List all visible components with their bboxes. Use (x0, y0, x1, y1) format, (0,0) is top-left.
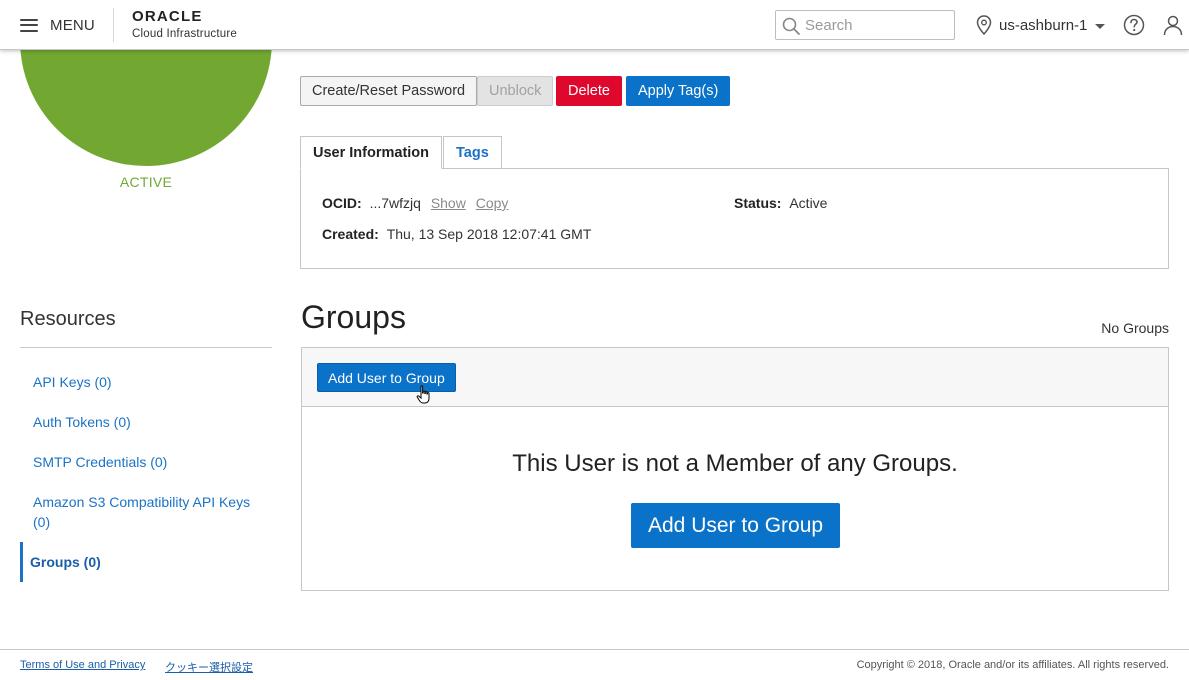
status-row: Status: Active (734, 195, 827, 211)
resources-title: Resources (20, 308, 116, 330)
status-value: Active (789, 195, 828, 211)
delete-button[interactable]: Delete (556, 76, 622, 106)
cookie-preferences-link[interactable]: クッキー選択設定 (165, 659, 253, 675)
search-input[interactable] (805, 14, 950, 36)
search-box[interactable] (775, 10, 955, 40)
apply-tags-button[interactable]: Apply Tag(s) (626, 76, 731, 106)
groups-empty-message: This User is not a Member of any Groups. (512, 450, 958, 477)
hand-cursor-icon (416, 385, 430, 404)
sidebar-item-auth-tokens[interactable]: Auth Tokens (0) (20, 402, 272, 442)
details-tabs: User Information Tags (300, 136, 503, 169)
header-divider (113, 8, 114, 42)
caret-down-icon (1095, 23, 1106, 29)
tab-user-information[interactable]: User Information (300, 136, 443, 169)
status-label: Status: (734, 195, 782, 211)
logo-subtitle: Cloud Infrastructure (132, 28, 237, 40)
sidebar-item-groups[interactable]: Groups (0) (20, 542, 272, 582)
sidebar-item-smtp-credentials[interactable]: SMTP Credentials (0) (20, 442, 272, 482)
add-user-to-group-button[interactable]: Add User to Group (317, 363, 456, 392)
ocid-row: OCID: ...7wfzjq Show Copy (322, 195, 508, 211)
region-selector[interactable]: us-ashburn-1 (976, 14, 1106, 36)
unblock-button[interactable]: Unblock (477, 76, 554, 106)
resources-divider (20, 347, 272, 348)
created-label: Created: (322, 226, 379, 242)
created-row: Created: Thu, 13 Sep 2018 12:07:41 GMT (322, 226, 591, 242)
user-information-panel: OCID: ...7wfzjq Show Copy Status: Active… (300, 168, 1169, 269)
logo-wordmark: ORACLE (132, 8, 203, 25)
create-reset-password-button[interactable]: Create/Reset Password (300, 76, 478, 106)
page-footer: Terms of Use and Privacy クッキー選択設定 Copyri… (0, 649, 1189, 680)
resources-list: API Keys (0) Auth Tokens (0) SMTP Creden… (20, 362, 272, 582)
location-pin-icon (976, 15, 992, 35)
groups-table: Add User to Group This User is not a Mem… (301, 347, 1169, 591)
groups-title: Groups (301, 299, 406, 335)
terms-of-use-link[interactable]: Terms of Use and Privacy (20, 659, 145, 671)
sidebar-item-label[interactable]: Amazon S3 Compatibility API Keys (0) (33, 494, 250, 530)
sidebar-item-api-keys[interactable]: API Keys (0) (20, 362, 272, 402)
oracle-cloud-logo[interactable]: ORACLE Cloud Infrastructure (132, 8, 237, 41)
ocid-label: OCID: (322, 195, 362, 211)
sidebar-item-label[interactable]: API Keys (0) (33, 374, 112, 390)
menu-button[interactable]: MENU (20, 14, 95, 36)
add-user-to-group-cta-button[interactable]: Add User to Group (631, 503, 841, 548)
top-navigation-bar: MENU ORACLE Cloud Infrastructure us-ashb… (0, 0, 1189, 50)
created-value: Thu, 13 Sep 2018 12:07:41 GMT (386, 226, 592, 242)
sidebar-item-label[interactable]: Auth Tokens (0) (33, 414, 131, 430)
help-icon[interactable] (1123, 14, 1145, 36)
user-status-label: ACTIVE (119, 174, 173, 190)
region-label: us-ashburn-1 (999, 16, 1088, 34)
copyright-text: Copyright © 2018, Oracle and/or its affi… (856, 659, 1169, 671)
search-icon (782, 17, 800, 35)
sidebar-item-label[interactable]: SMTP Credentials (0) (33, 454, 167, 470)
user-icon[interactable] (1162, 14, 1184, 36)
sidebar-item-label[interactable]: Groups (0) (30, 554, 101, 570)
ocid-show-link[interactable]: Show (431, 195, 466, 211)
menu-label: MENU (50, 16, 95, 34)
ocid-value: ...7wfzjq (369, 195, 421, 211)
sidebar-item-s3-compat-keys[interactable]: Amazon S3 Compatibility API Keys (0) (20, 482, 272, 542)
groups-count-label: No Groups (1101, 320, 1169, 336)
hamburger-icon (20, 18, 38, 32)
tab-tags[interactable]: Tags (443, 136, 502, 169)
ocid-copy-link[interactable]: Copy (476, 195, 509, 211)
